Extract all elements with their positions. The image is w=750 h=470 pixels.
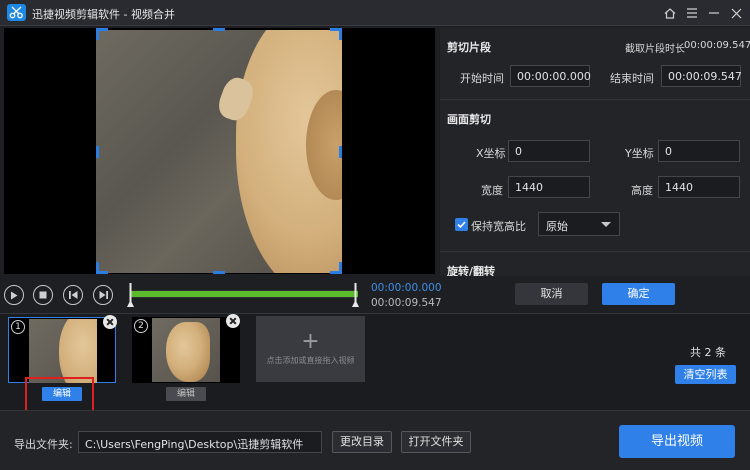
crop-handle-left-mid[interactable] (96, 146, 99, 158)
clip-number: 2 (134, 319, 148, 333)
play-icon[interactable] (4, 285, 24, 305)
clip-number: 1 (11, 320, 25, 334)
thumbnail-image (59, 319, 97, 383)
crop-handle-top-left-v[interactable] (96, 28, 99, 40)
add-clip-text: 点击添加或直接拖入视频 (266, 356, 355, 365)
duration-label: 截取片段时长 (625, 44, 685, 55)
crop-handle-top-mid[interactable] (213, 28, 225, 31)
crop-handle-bottom-mid[interactable] (213, 271, 225, 274)
next-frame-icon[interactable] (93, 285, 113, 305)
clip-list: 1 编辑 2 编辑 + 点击添加或直接拖入视频 共 2 条 清空列表 (0, 313, 750, 412)
clip-item[interactable]: 1 (8, 315, 117, 383)
height-field[interactable]: 1440 (658, 176, 740, 198)
start-time-label: 开始时间 (460, 72, 504, 85)
y-coord-field[interactable]: 0 (658, 140, 740, 162)
total-time: 00:00:09.547 (371, 297, 442, 309)
start-time-field[interactable]: 00:00:00.000 (510, 65, 591, 87)
chevron-down-icon (601, 222, 611, 227)
video-frame[interactable] (96, 30, 342, 273)
plus-icon: + (301, 329, 320, 354)
edit-clip-button[interactable]: 编辑 (166, 387, 206, 401)
keep-ratio-label: 保持宽高比 (471, 220, 526, 233)
timeline-track[interactable] (127, 283, 359, 307)
clip-section-title: 剪切片段 (447, 41, 491, 54)
add-clip-area[interactable]: + 点击添加或直接拖入视频 (256, 316, 365, 382)
open-folder-button[interactable]: 打开文件夹 (401, 431, 471, 453)
crop-handle-top-right-v[interactable] (339, 28, 342, 40)
y-coord-label: Y坐标 (625, 147, 654, 160)
crop-handle-bottom-left-v[interactable] (96, 262, 99, 274)
window-title: 迅捷视频剪辑软件 - 视频合并 (32, 8, 175, 21)
highlight-annotation (25, 377, 94, 412)
width-field[interactable]: 1440 (508, 176, 590, 198)
section-divider (440, 251, 750, 252)
home-icon[interactable] (660, 4, 680, 22)
end-time-label: 结束时间 (610, 72, 654, 85)
window-controls (660, 4, 746, 22)
thumbnail-image (166, 322, 210, 382)
remove-clip-icon[interactable] (226, 314, 240, 328)
timeline-end-handle[interactable] (352, 283, 359, 307)
playback-controls: 00:00:00.000 00:00:09.547 (0, 276, 442, 314)
crop-handle-bottom-right-v[interactable] (339, 262, 342, 274)
ratio-select[interactable]: 原始 (538, 212, 620, 236)
export-bar: 导出文件夹: C:\Users\FengPing\Desktop\迅捷剪辑软件 … (0, 410, 750, 470)
keep-ratio-checkbox[interactable] (455, 218, 468, 231)
edit-panel: 剪切片段 截取片段时长 00:00:09.547 开始时间 00:00:00.0… (440, 28, 750, 276)
export-video-button[interactable]: 导出视频 (619, 425, 735, 458)
scissors-icon (7, 4, 26, 21)
duration-value: 00:00:09.547 (684, 40, 750, 51)
close-icon[interactable] (726, 4, 746, 22)
minimize-icon[interactable] (704, 4, 724, 22)
x-coord-label: X坐标 (476, 147, 506, 160)
clear-list-button[interactable]: 清空列表 (675, 365, 736, 384)
video-preview (4, 28, 435, 274)
ratio-select-value: 原始 (546, 220, 568, 233)
current-time: 00:00:00.000 (371, 282, 442, 294)
height-label: 高度 (631, 184, 653, 197)
export-folder-label: 导出文件夹: (14, 438, 73, 451)
cancel-button[interactable]: 取消 (515, 283, 588, 305)
timeline-selection (130, 291, 358, 297)
timeline-start-handle[interactable] (127, 283, 134, 307)
change-dir-button[interactable]: 更改目录 (332, 431, 392, 453)
prev-frame-icon[interactable] (63, 285, 83, 305)
crop-section-title: 画面剪切 (447, 113, 491, 126)
clip-item[interactable]: 2 (132, 314, 240, 383)
crop-handle-right-mid[interactable] (339, 146, 342, 158)
width-label: 宽度 (481, 184, 503, 197)
rotate-section-title: 旋转/翻转 (447, 265, 496, 276)
clip-thumbnail (152, 318, 220, 382)
clip-thumbnail (29, 319, 97, 383)
clip-count: 共 2 条 (690, 346, 726, 359)
section-divider (440, 99, 750, 100)
export-path-field[interactable]: C:\Users\FengPing\Desktop\迅捷剪辑软件 (78, 431, 322, 453)
stop-icon[interactable] (33, 285, 53, 305)
x-coord-field[interactable]: 0 (508, 140, 590, 162)
end-time-field[interactable]: 00:00:09.547 (661, 65, 742, 87)
remove-clip-icon[interactable] (103, 315, 117, 329)
ok-button[interactable]: 确定 (602, 283, 675, 305)
menu-icon[interactable] (682, 4, 702, 22)
title-bar: 迅捷视频剪辑软件 - 视频合并 (0, 0, 750, 26)
